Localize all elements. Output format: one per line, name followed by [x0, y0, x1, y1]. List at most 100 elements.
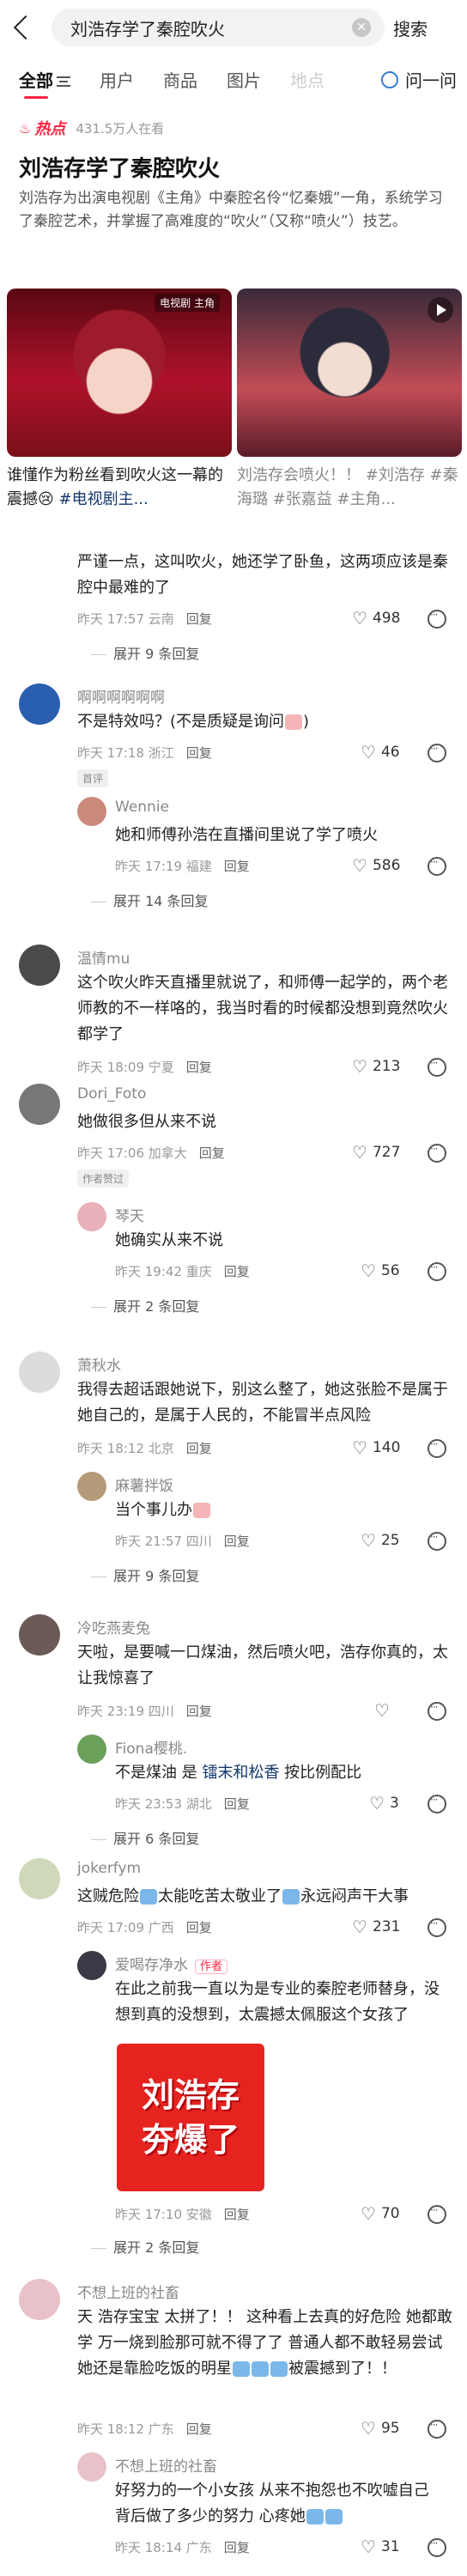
more-icon[interactable] [428, 1143, 446, 1163]
ask-button[interactable]: 问一问 [374, 67, 457, 92]
more-icon[interactable] [428, 1917, 446, 1937]
more-icon[interactable] [428, 743, 446, 762]
comment-nickname[interactable]: 冷吃燕麦兔 [77, 1616, 150, 1637]
search-input[interactable]: 刘浩存学了秦腔吹火 ✕ [52, 9, 385, 46]
video-card[interactable]: 电视剧 主角 谁懂作为粉丝看到吹火这一幕的震撼😢 #电视剧主... [7, 289, 232, 512]
reply-button[interactable]: 回复 [186, 745, 212, 761]
reply-text[interactable]: 好努力的一个小女孩 从来不抱怨也不吹嘘自己背后做了多少的努力 心疼她 [115, 2478, 441, 2530]
avatar[interactable] [77, 1472, 106, 1501]
more-icon[interactable] [428, 856, 446, 876]
tab-products[interactable]: 商品 [163, 67, 197, 92]
comment-nickname[interactable]: 不想上班的社畜 [77, 2281, 179, 2302]
reply-button[interactable]: 回复 [186, 1060, 212, 1075]
reply-button[interactable]: 回复 [224, 2207, 250, 2222]
more-icon[interactable] [428, 2537, 446, 2557]
like-button[interactable]: ♡ 586 [352, 855, 400, 876]
comment-nickname[interactable]: jokerfym [77, 1860, 141, 1877]
like-button[interactable]: ♡ 498 [352, 608, 400, 629]
tab-all[interactable]: 全部 [19, 67, 70, 99]
comment-text[interactable]: 我得去超话跟她说下，别这么整了，她这张脸不是属于她自己的，是属于人民的，不能冒半… [77, 1377, 455, 1429]
reply-button[interactable]: 回复 [224, 2540, 250, 2555]
search-query[interactable]: 刘浩存学了秦腔吹火 [70, 15, 225, 40]
expand-replies[interactable]: 展开 9 条回复 [91, 642, 199, 663]
comment-text[interactable]: 严谨一点，这叫吹火，她还学了卧鱼，这两项应该是秦腔中最难的了 [77, 550, 455, 601]
like-button[interactable]: ♡ 46 [361, 742, 400, 762]
reply-button[interactable]: 回复 [199, 1145, 225, 1161]
video-caption[interactable]: 谁懂作为粉丝看到吹火这一幕的震撼😢 #电视剧主... [7, 464, 232, 512]
comment-text[interactable]: 天啦，是要喊一口煤油，然后喷火吧，浩存你真的，太让我惊喜了 [77, 1640, 455, 1692]
more-icon[interactable] [428, 2204, 446, 2224]
like-button[interactable]: ♡ [374, 1700, 395, 1721]
avatar[interactable] [19, 945, 60, 986]
more-icon[interactable] [428, 1057, 446, 1077]
comment-text[interactable]: 这贼危险 太能吃苦太敬业了 永远闷声干大事 [77, 1884, 455, 1910]
avatar[interactable] [77, 797, 106, 826]
sticker-image[interactable]: 刘浩存 夯爆了 [117, 2044, 264, 2191]
comment-nickname[interactable]: 萧秋水 [77, 1353, 121, 1375]
reply-button[interactable]: 回复 [186, 611, 212, 627]
more-icon[interactable] [428, 2419, 446, 2439]
more-icon[interactable] [428, 609, 446, 629]
video-caption[interactable]: 刘浩存会喷火！！ #刘浩存 #秦海璐 #张嘉益 #主角... [237, 464, 462, 512]
tab-users[interactable]: 用户 [100, 67, 134, 92]
hot-title[interactable]: 刘浩存学了秦腔吹火 [19, 151, 220, 183]
avatar[interactable] [19, 1614, 60, 1656]
clear-icon[interactable]: ✕ [352, 18, 371, 37]
video-thumbnail[interactable] [237, 289, 462, 457]
reply-button[interactable]: 回复 [224, 1534, 250, 1549]
expand-replies[interactable]: 展开 14 条回复 [91, 890, 209, 910]
reply-button[interactable]: 回复 [224, 859, 250, 874]
more-icon[interactable] [428, 1438, 446, 1458]
more-icon[interactable] [428, 1794, 446, 1814]
avatar[interactable] [77, 2452, 106, 2482]
expand-replies[interactable]: 展开 9 条回复 [91, 1564, 199, 1585]
avatar[interactable] [19, 2279, 60, 2320]
like-button[interactable]: ♡ 70 [361, 2203, 400, 2224]
reply-button[interactable]: 回复 [186, 1441, 212, 1456]
like-button[interactable]: ♡ 727 [352, 1142, 400, 1163]
like-button[interactable]: ♡ 231 [352, 1917, 400, 1937]
reply-text[interactable]: 在此之前我一直以为是专业的秦腔老师替身，没想到真的没想到，太震撼太佩服这个女孩了 [115, 1977, 441, 2028]
like-button[interactable]: ♡ 213 [352, 1056, 400, 1077]
avatar[interactable] [19, 1084, 60, 1125]
expand-replies[interactable]: 展开 2 条回复 [91, 2236, 199, 2257]
reply-button[interactable]: 回复 [186, 1920, 212, 1935]
expand-replies[interactable]: 展开 6 条回复 [91, 1827, 199, 1848]
tab-images[interactable]: 图片 [227, 67, 261, 92]
filter-icon[interactable] [57, 76, 70, 87]
back-arrow-icon[interactable] [13, 15, 39, 40]
reply-nickname[interactable]: 琴天 [115, 1204, 144, 1225]
reply-button[interactable]: 回复 [186, 2421, 212, 2437]
reply-text[interactable]: 当个事儿办 [115, 1498, 441, 1523]
tab-places[interactable]: 地点 [290, 67, 324, 92]
search-button[interactable]: 搜索 [393, 15, 428, 40]
avatar[interactable] [77, 1202, 106, 1231]
like-button[interactable]: ♡ 140 [352, 1437, 400, 1458]
avatar[interactable] [77, 1735, 106, 1764]
more-icon[interactable] [428, 1531, 446, 1551]
like-button[interactable]: ♡ 25 [361, 1530, 400, 1551]
like-button[interactable]: ♡ 3 [369, 1793, 399, 1814]
reply-text[interactable]: 不是煤油 是 镭末和松香 按比例配比 [115, 1760, 441, 1786]
reply-button[interactable]: 回复 [186, 1704, 212, 1719]
expand-replies[interactable]: 展开 2 条回复 [91, 1295, 199, 1315]
more-icon[interactable] [428, 1261, 446, 1281]
comment-text[interactable]: 不是特效吗？(不是质疑是询问) [77, 709, 455, 735]
comment-nickname[interactable]: 温情mu [77, 946, 130, 968]
reply-button[interactable]: 回复 [224, 1264, 250, 1279]
video-thumbnail[interactable]: 电视剧 主角 [7, 289, 232, 457]
play-icon[interactable] [428, 297, 453, 323]
like-button[interactable]: ♡ 31 [361, 2537, 400, 2557]
avatar[interactable] [19, 683, 60, 725]
like-button[interactable]: ♡ 56 [361, 1261, 400, 1281]
comment-text[interactable]: 天 浩存宝宝 太拼了！！ 这种看上去真的好危险 她都敢学 万一烧到脸那可就不得了… [77, 2305, 455, 2382]
reply-nickname[interactable]: Wennie [115, 799, 169, 816]
video-card[interactable]: 刘浩存会喷火！！ #刘浩存 #秦海璐 #张嘉益 #主角... [237, 289, 462, 512]
comment-nickname[interactable]: 啊啊啊啊啊啊 [77, 685, 165, 707]
reply-text[interactable]: 她确实从来不说 [115, 1228, 441, 1254]
like-button[interactable]: ♡ 95 [361, 2418, 400, 2439]
comment-text[interactable]: 她做很多但从来不说 [77, 1109, 455, 1135]
reply-nickname[interactable]: 麻薯拌饭 [115, 1473, 173, 1495]
reply-nickname[interactable]: Fiona樱桃. [115, 1736, 187, 1758]
reply-text[interactable]: 她和师傅孙浩在直播间里说了学了喷火 [115, 823, 441, 848]
